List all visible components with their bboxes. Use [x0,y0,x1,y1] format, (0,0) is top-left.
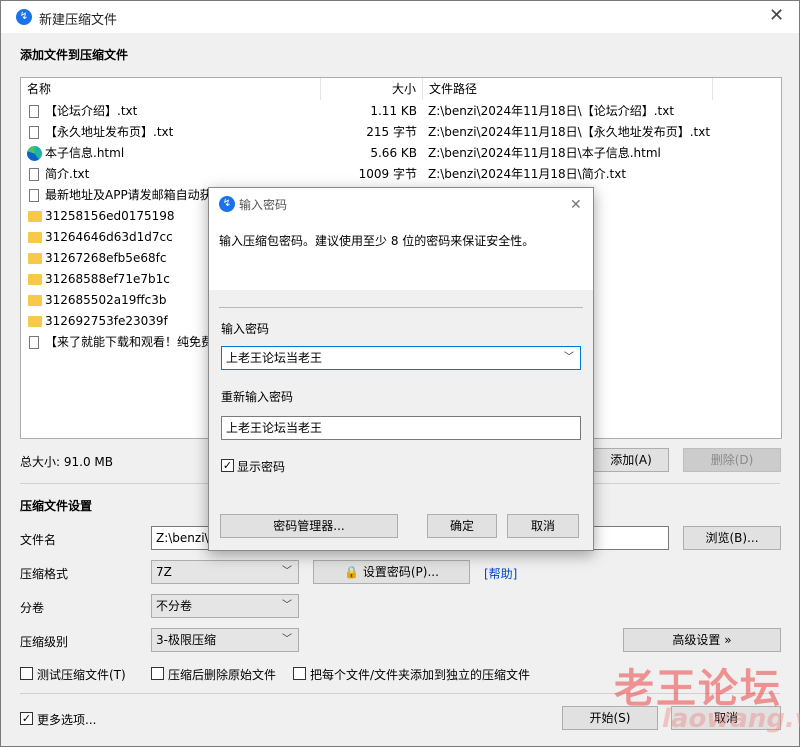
level-select[interactable]: 3-极限压缩 ﹀ [151,628,299,652]
folder-icon [28,316,42,327]
dialog-cancel-button[interactable]: 取消 [507,514,579,538]
app-logo-icon: ↯ [219,196,235,212]
set-password-label: 设置密码(P)... [362,565,439,579]
separate-archives-checkbox[interactable] [293,667,306,680]
level-label: 压缩级别 [20,635,69,649]
lock-icon: 🔒 [344,565,360,579]
chevron-down-icon: ﹀ [282,600,292,611]
window-titlebar: ↯ 新建压缩文件 ✕ [1,1,799,33]
list-item-size: 1009 字节 [358,167,417,181]
file-icon [29,168,39,181]
set-password-button[interactable]: 🔒 设置密码(P)... [313,560,470,584]
list-item-name: 简介.txt [45,167,90,181]
show-password-label: 显示密码 [237,460,286,474]
list-item-path: Z:\benzi\2024年11月18日\【永久地址发布页】.txt [428,125,711,139]
password-dialog-title: 输入密码 [239,198,288,212]
volume-label: 分卷 [20,601,45,615]
folder-icon [28,295,42,306]
help-link[interactable]: [帮助] [484,565,517,582]
list-item-name: 【来了就能下载和观看！纯免费 [45,335,214,349]
window-title: 新建压缩文件 [39,13,118,28]
folder-icon [28,274,42,285]
watermark-url: laowang.vip [662,704,800,734]
folder-icon [28,253,42,264]
separate-archives-label: 把每个文件/文件夹添加到独立的压缩文件 [310,668,531,682]
filename-label: 文件名 [20,533,57,547]
column-header-path[interactable]: 文件路径 [423,78,713,100]
more-options-checkbox[interactable]: ✓ [20,712,33,725]
list-item-path: Z:\benzi\2024年11月18日\简介.txt [428,167,627,181]
check-icon: ✓ [21,712,32,725]
list-item-name: 【永久地址发布页】.txt [45,125,174,139]
folder-icon [28,211,42,222]
level-select-value: 3-极限压缩 [156,633,216,647]
volume-select-value: 不分卷 [156,599,193,613]
file-icon [29,126,39,139]
browse-button[interactable]: 浏览(B)... [683,526,781,550]
list-item[interactable]: 【永久地址发布页】.txt 215 字节 Z:\benzi\2024年11月18日\… [21,122,781,143]
column-header-name[interactable]: 名称 [21,78,321,100]
password-input[interactable]: 上老王论坛当老王 ﹀ [221,346,581,370]
password-manager-button[interactable]: 密码管理器... [220,514,398,538]
list-item-path: Z:\benzi\2024年11月18日\【论坛介绍】.txt [428,104,675,118]
delete-after-label: 压缩后删除原始文件 [168,668,277,682]
total-size: 总大小: 91.0 MB [20,455,113,469]
check-icon: ✓ [222,459,233,472]
list-item-name: 【论坛介绍】.txt [45,104,138,118]
test-archive-label: 测试压缩文件(T) [37,668,126,682]
chevron-down-icon[interactable]: ﹀ [564,347,574,369]
file-icon [29,336,39,349]
confirm-password-label: 重新输入密码 [221,390,294,404]
close-icon[interactable]: ✕ [769,7,784,25]
delete-after-checkbox[interactable] [151,667,164,680]
delete-button[interactable]: 删除(D) [683,448,781,472]
add-files-heading: 添加文件到压缩文件 [20,48,129,62]
list-item-name: 本子信息.html [45,146,125,160]
list-item-size: 5.66 KB [370,146,417,160]
folder-icon [28,232,42,243]
advanced-settings-button[interactable]: 高级设置 » [623,628,781,652]
show-password-checkbox[interactable]: ✓ [221,459,234,472]
password-description: 输入压缩包密码。建议使用至少 8 位的密码来保证安全性。 [219,234,535,248]
volume-select[interactable]: 不分卷 ﹀ [151,594,299,618]
list-item-name: 最新地址及APP请发邮箱自动获 [45,188,212,202]
file-icon [29,189,39,202]
confirm-password-input[interactable]: 上老王论坛当老王 [221,416,581,440]
format-select-value: 7Z [156,565,172,579]
list-item-path: Z:\benzi\2024年11月18日\本子信息.html [428,146,661,160]
chevron-down-icon: ﹀ [282,634,292,645]
chevron-down-icon: ﹀ [282,566,292,577]
list-item[interactable]: 简介.txt 1009 字节 Z:\benzi\2024年11月18日\简介.txt [21,164,781,185]
list-item-size: 1.11 KB [370,104,417,118]
test-archive-checkbox[interactable] [20,667,33,680]
list-item-size: 215 字节 [366,125,417,139]
password-description-area: 输入压缩包密码。建议使用至少 8 位的密码来保证安全性。 [209,220,593,290]
list-item[interactable]: 本子信息.html 5.66 KB Z:\benzi\2024年11月18日\本子信… [21,143,781,164]
edge-icon [27,146,42,161]
add-button[interactable]: 添加(A) [593,448,669,472]
password-label: 输入密码 [221,322,270,336]
password-dialog: ↯ 输入密码 ✕ 输入压缩包密码。建议使用至少 8 位的密码来保证安全性。 输入… [208,187,594,551]
app-logo-icon: ↯ [16,9,32,25]
column-header-size[interactable]: 大小 [321,78,423,100]
format-label: 压缩格式 [20,567,69,581]
password-dialog-titlebar: ↯ 输入密码 ✕ [209,188,593,220]
close-icon[interactable]: ✕ [570,196,582,214]
ok-button[interactable]: 确定 [427,514,497,538]
file-icon [29,105,39,118]
archive-settings-heading: 压缩文件设置 [20,499,93,513]
more-options-label: 更多选项... [37,713,97,727]
divider [219,307,583,308]
list-item[interactable]: 【论坛介绍】.txt 1.11 KB Z:\benzi\2024年11月18日\【论… [21,101,781,122]
format-select[interactable]: 7Z ﹀ [151,560,299,584]
password-input-value: 上老王论坛当老王 [226,351,323,365]
